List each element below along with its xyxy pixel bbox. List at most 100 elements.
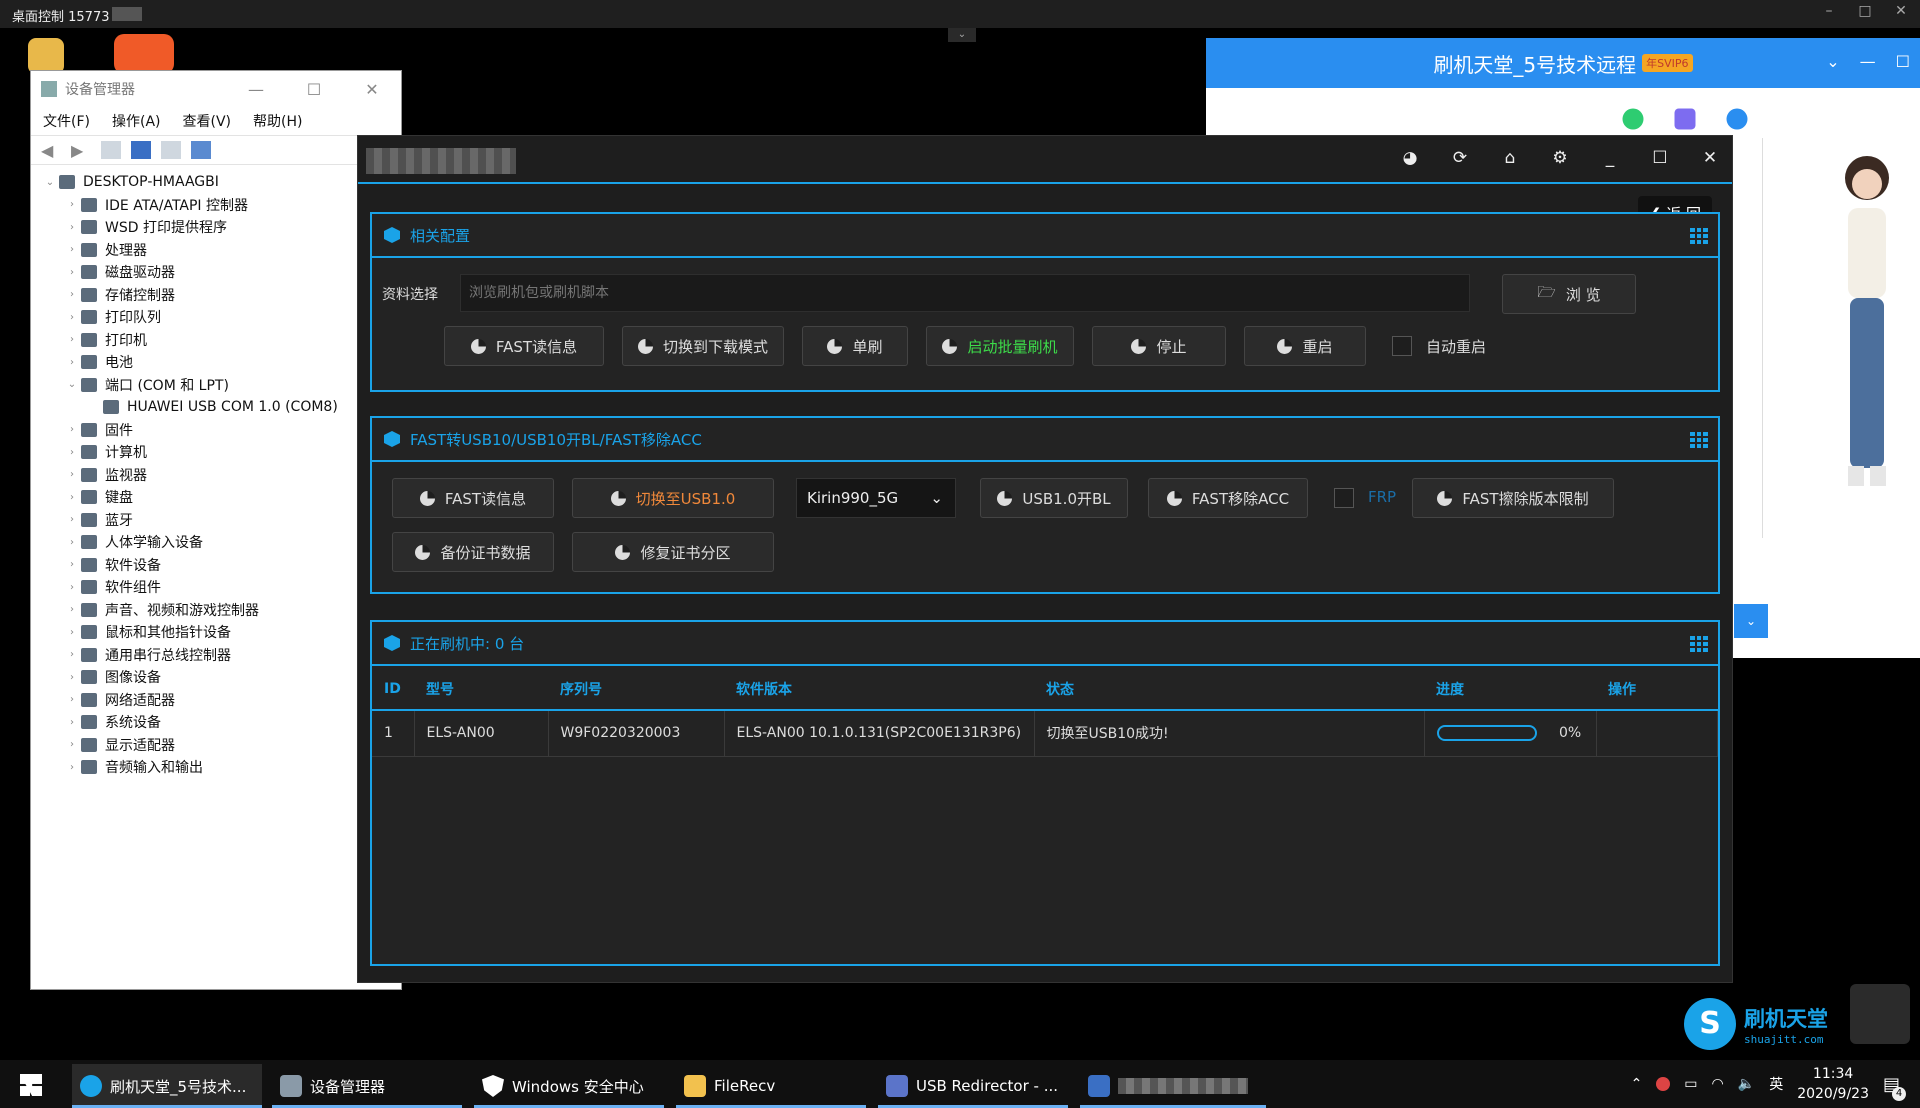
back-arrow-icon[interactable]: ◀ bbox=[41, 141, 61, 160]
monitor-icon[interactable] bbox=[191, 141, 211, 159]
table-row[interactable]: 1 ELS-AN00 W9F0220320003 ELS-AN00 10.1.0… bbox=[372, 710, 1718, 757]
browse-button[interactable]: 🗁 浏 览 bbox=[1502, 274, 1636, 314]
tree-expander-icon[interactable]: › bbox=[63, 447, 81, 458]
minimize-icon[interactable]: _ bbox=[1598, 148, 1622, 168]
app-shortcut-icon[interactable] bbox=[114, 34, 174, 74]
tree-expander-icon[interactable]: › bbox=[63, 582, 81, 593]
volume-icon[interactable]: 🔈 bbox=[1738, 1076, 1755, 1092]
maximize-icon[interactable]: ☐ bbox=[285, 80, 343, 99]
refresh-icon[interactable]: ⟳ bbox=[1448, 148, 1472, 168]
maximize-icon[interactable]: ☐ bbox=[1896, 52, 1910, 71]
tree-item[interactable]: › 图像设备 bbox=[41, 666, 401, 689]
tree-expander-icon[interactable]: › bbox=[63, 559, 81, 570]
notification-icon[interactable]: ▤ 4 bbox=[1883, 1074, 1906, 1101]
tree-item[interactable]: HUAWEI USB COM 1.0 (COM8) bbox=[41, 396, 401, 419]
globe-icon[interactable]: ◕ bbox=[1398, 148, 1422, 168]
tree-expander-icon[interactable]: › bbox=[63, 514, 81, 525]
minimize-icon[interactable]: — bbox=[227, 80, 285, 99]
chevron-down-icon[interactable]: ⌄ bbox=[1826, 52, 1839, 71]
tree-expander-icon[interactable]: › bbox=[63, 492, 81, 503]
properties-icon[interactable] bbox=[101, 141, 121, 159]
close-icon[interactable]: ✕ bbox=[1888, 3, 1914, 19]
tree-expander-icon[interactable]: › bbox=[63, 289, 81, 300]
tree-expander-icon[interactable]: › bbox=[63, 357, 81, 368]
tray-app-icon[interactable] bbox=[1656, 1077, 1671, 1091]
tree-expander-icon[interactable]: › bbox=[63, 672, 81, 683]
task-device-manager[interactable]: 设备管理器 bbox=[272, 1064, 462, 1108]
menu-view[interactable]: 查看(V) bbox=[183, 111, 232, 131]
tree-expander-icon[interactable]: › bbox=[63, 469, 81, 480]
tree-expander-icon[interactable]: › bbox=[63, 537, 81, 548]
more-icon[interactable] bbox=[1726, 108, 1748, 130]
close-icon[interactable]: ✕ bbox=[343, 80, 401, 99]
minimize-icon[interactable]: — bbox=[1860, 52, 1876, 71]
tree-expander-icon[interactable]: › bbox=[63, 717, 81, 728]
menu-file[interactable]: 文件(F) bbox=[43, 111, 90, 131]
task-flash-tool[interactable]: 刷机天堂_5号技术... bbox=[72, 1064, 262, 1108]
tree-expander-icon[interactable]: ⌄ bbox=[63, 379, 81, 390]
tree-expander-icon[interactable]: › bbox=[63, 694, 81, 705]
tree-item[interactable]: › 电池 bbox=[41, 351, 401, 374]
tree-item[interactable]: › 人体学输入设备 bbox=[41, 531, 401, 554]
backup-cert-button[interactable]: 备份证书数据 bbox=[392, 532, 554, 572]
tree-expander-icon[interactable]: › bbox=[63, 424, 81, 435]
repair-cert-partition-button[interactable]: 修复证书分区 bbox=[572, 532, 774, 572]
usb-fast-read-info-button[interactable]: FAST读信息 bbox=[392, 478, 554, 518]
tree-item[interactable]: › 打印机 bbox=[41, 329, 401, 352]
tree-expander-icon[interactable]: › bbox=[63, 649, 81, 660]
tree-expander-icon[interactable]: › bbox=[63, 222, 81, 233]
auto-reboot-checkbox[interactable] bbox=[1392, 336, 1412, 356]
tree-item[interactable]: › 声音、视频和游戏控制器 bbox=[41, 599, 401, 622]
tree-item[interactable]: › 固件 bbox=[41, 419, 401, 442]
file-path-input[interactable] bbox=[460, 274, 1470, 312]
maximize-icon[interactable]: ☐ bbox=[1648, 148, 1672, 168]
windows-start-icon[interactable] bbox=[20, 1074, 42, 1096]
battery-icon[interactable]: ▭ bbox=[1684, 1076, 1697, 1092]
maximize-icon[interactable]: □ bbox=[1852, 3, 1878, 19]
folder-icon[interactable] bbox=[28, 38, 64, 74]
tree-expander-icon[interactable]: › bbox=[63, 267, 81, 278]
task-windows-security[interactable]: Windows 安全中心 bbox=[474, 1064, 664, 1108]
video-icon[interactable] bbox=[1674, 108, 1696, 130]
tree-item[interactable]: › WSD 打印提供程序 bbox=[41, 216, 401, 239]
wifi-icon[interactable]: ◠ bbox=[1712, 1076, 1724, 1092]
batch-flash-button[interactable]: 启动批量刷机 bbox=[926, 326, 1074, 366]
grid-icon[interactable] bbox=[1690, 228, 1708, 244]
menu-help[interactable]: 帮助(H) bbox=[253, 111, 302, 131]
ime-indicator[interactable]: 英 bbox=[1769, 1074, 1783, 1094]
fast-erase-version-limit-button[interactable]: FAST擦除版本限制 bbox=[1412, 478, 1614, 518]
tree-expander-icon[interactable]: › bbox=[63, 762, 81, 773]
tree-expander-icon[interactable]: › bbox=[63, 312, 81, 323]
tree-item[interactable]: › 键盘 bbox=[41, 486, 401, 509]
chevron-up-icon[interactable]: ⌃ bbox=[1631, 1076, 1643, 1092]
tree-item[interactable]: › 蓝牙 bbox=[41, 509, 401, 532]
close-icon[interactable]: ✕ bbox=[1698, 148, 1722, 168]
tree-expander-icon[interactable]: › bbox=[63, 244, 81, 255]
switch-usb10-button[interactable]: 切换至USB1.0 bbox=[572, 478, 774, 518]
frp-checkbox[interactable] bbox=[1334, 488, 1354, 508]
cell-action[interactable] bbox=[1596, 710, 1718, 757]
reboot-button[interactable]: 重启 bbox=[1244, 326, 1366, 366]
clock[interactable]: 11:34 2020/9/23 bbox=[1797, 1064, 1869, 1104]
tree-item[interactable]: › 软件组件 bbox=[41, 576, 401, 599]
tree-expander-icon[interactable]: › bbox=[63, 199, 81, 210]
tree-expander-icon[interactable]: › bbox=[63, 627, 81, 638]
tree-item[interactable]: ⌄ DESKTOP-HMAAGBI bbox=[41, 171, 401, 194]
tree-item[interactable]: › 系统设备 bbox=[41, 711, 401, 734]
tree-item[interactable]: › 打印队列 bbox=[41, 306, 401, 329]
usb10-unlock-bl-button[interactable]: USB1.0开BL bbox=[980, 478, 1128, 518]
tree-item[interactable]: › 存储控制器 bbox=[41, 284, 401, 307]
view-icon[interactable] bbox=[161, 141, 181, 159]
chip-select[interactable]: Kirin990_5G ⌄ bbox=[796, 478, 956, 518]
chevron-down-icon[interactable]: ⌄ bbox=[1734, 604, 1768, 638]
task-filerecv[interactable]: FileRecv bbox=[676, 1064, 866, 1108]
tree-item[interactable]: ⌄ 端口 (COM 和 LPT) bbox=[41, 374, 401, 397]
tree-item[interactable]: › 鼠标和其他指针设备 bbox=[41, 621, 401, 644]
gear-icon[interactable]: ⚙ bbox=[1548, 148, 1572, 168]
tree-item[interactable]: › 网络适配器 bbox=[41, 689, 401, 712]
tree-item[interactable]: › 通用串行总线控制器 bbox=[41, 644, 401, 667]
tree-expander-icon[interactable]: › bbox=[63, 739, 81, 750]
app-corner-icon[interactable] bbox=[1850, 984, 1910, 1044]
home-icon[interactable]: ⌂ bbox=[1498, 148, 1522, 168]
forward-arrow-icon[interactable]: ▶ bbox=[71, 141, 91, 160]
